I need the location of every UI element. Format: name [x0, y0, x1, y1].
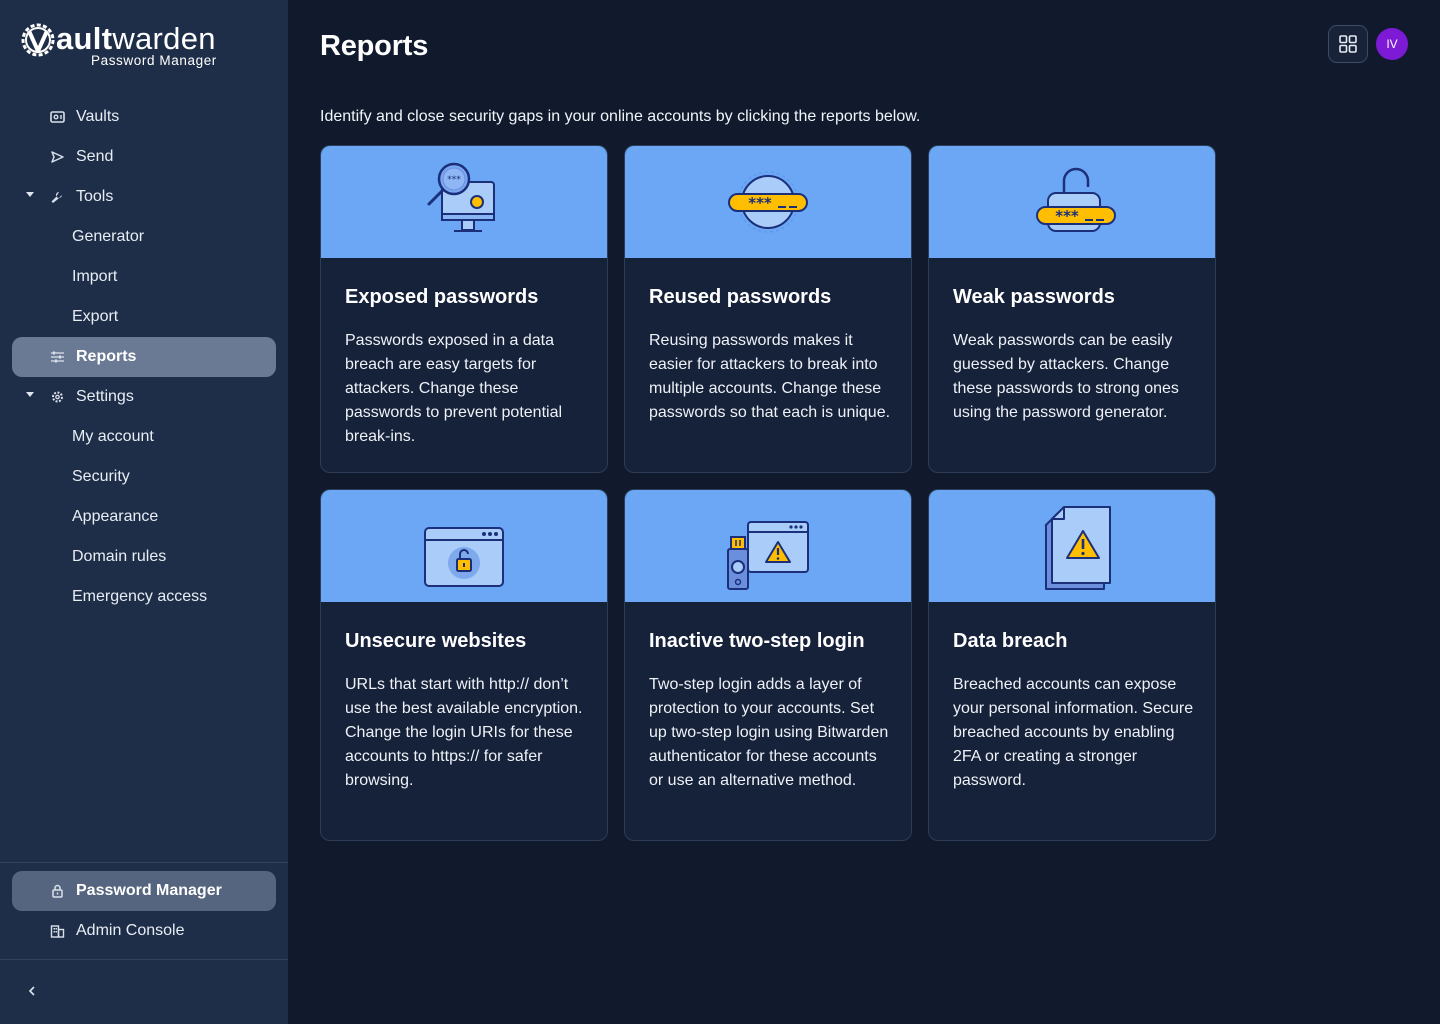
report-card-data-breach[interactable]: Data breach Breached accounts can expose…	[928, 489, 1216, 841]
sidebar-item-label: Appearance	[72, 508, 159, 525]
chevron-down-icon[interactable]	[26, 392, 34, 397]
sidebar: aultwarden Password Manager Vaults Send …	[0, 0, 288, 1024]
sidebar-item-generator[interactable]: Generator	[12, 217, 276, 257]
sidebar-item-my-account[interactable]: My account	[12, 417, 276, 457]
sidebar-divider	[0, 862, 288, 863]
open-padlock-icon: ***	[1036, 167, 1116, 232]
sidebar-item-label: Security	[72, 468, 130, 485]
sidebar-item-label: Admin Console	[76, 922, 185, 939]
product-password-manager[interactable]: Password Manager	[12, 871, 276, 911]
sidebar-item-label: Import	[72, 268, 118, 285]
card-banner	[625, 490, 911, 602]
report-card-weak-passwords[interactable]: *** Weak passwords Weak passwords can be…	[928, 145, 1216, 473]
send-icon	[51, 151, 64, 163]
card-title: Weak passwords	[953, 286, 1115, 308]
card-description: Reusing passwords makes it easier for at…	[649, 332, 891, 421]
browser-unlocked-icon	[424, 527, 504, 587]
sidebar-item-emergency-access[interactable]: Emergency access	[12, 577, 276, 617]
svg-text:***: ***	[447, 175, 461, 185]
sliders-icon	[51, 351, 64, 363]
sidebar-item-label: Vaults	[76, 108, 120, 125]
logo-subtitle: Password Manager	[91, 53, 217, 68]
sidebar-item-import[interactable]: Import	[12, 257, 276, 297]
card-title: Data breach	[953, 630, 1068, 652]
sidebar-divider	[0, 959, 288, 960]
report-card-inactive-two-step-login[interactable]: Inactive two-step login Two-step login a…	[624, 489, 912, 841]
sidebar-item-reports[interactable]: Reports	[12, 337, 276, 377]
sidebar-item-label: Password Manager	[76, 882, 222, 899]
sidebar-item-label: Emergency access	[72, 588, 208, 605]
sidebar-item-label: Reports	[76, 348, 137, 365]
report-card-reused-passwords[interactable]: *** Reused passwords Reusing passwords m…	[624, 145, 912, 473]
password-field-icon: ***	[728, 171, 808, 233]
card-title: Unsecure websites	[345, 630, 527, 652]
sidebar-item-settings[interactable]: Settings	[12, 377, 276, 417]
sidebar-item-label: Send	[76, 148, 114, 165]
sidebar-item-label: Domain rules	[72, 548, 167, 565]
building-icon	[50, 925, 65, 938]
chevron-left-icon	[28, 986, 35, 996]
vaultwarden-gear-icon	[21, 23, 55, 57]
document-warning-icon	[1044, 506, 1111, 590]
app-grid-icon	[1339, 35, 1357, 53]
sidebar-item-vaults[interactable]: Vaults	[12, 97, 276, 137]
gear-icon	[52, 391, 63, 403]
card-banner: ***	[929, 146, 1215, 258]
logo-wordmark: aultwarden	[56, 21, 216, 56]
wrench-icon	[51, 192, 62, 203]
avatar[interactable]: IV	[1376, 28, 1408, 60]
report-card-exposed-passwords[interactable]: *** Exposed passwords Passwords exposed …	[320, 145, 608, 473]
reports-intro-text: Identify and close security gaps in your…	[320, 108, 921, 125]
sidebar-item-export[interactable]: Export	[12, 297, 276, 337]
sidebar-item-label: Tools	[76, 188, 114, 205]
svg-text:***: ***	[748, 194, 772, 212]
card-title: Exposed passwords	[345, 286, 539, 308]
sidebar-item-label: Export	[72, 308, 119, 325]
monitor-magnifier-icon: ***	[427, 162, 495, 232]
card-banner: ***	[321, 146, 607, 258]
product-admin-console[interactable]: Admin Console	[12, 911, 276, 951]
sidebar-item-tools[interactable]: Tools	[12, 177, 276, 217]
card-description: Breached accounts can expose your person…	[953, 676, 1194, 789]
card-description: Two-step login adds a layer of protectio…	[649, 676, 889, 789]
card-banner	[929, 490, 1215, 602]
chevron-down-icon[interactable]	[26, 192, 34, 197]
page-title: Reports	[320, 30, 429, 62]
report-card-unsecure-websites[interactable]: Unsecure websites URLs that start with h…	[320, 489, 608, 841]
svg-text:***: ***	[1055, 207, 1079, 225]
sidebar-item-label: My account	[72, 428, 154, 445]
sidebar-item-appearance[interactable]: Appearance	[12, 497, 276, 537]
card-banner	[321, 490, 607, 602]
card-description: Passwords exposed in a data breach are e…	[345, 332, 563, 445]
sidebar-item-send[interactable]: Send	[12, 137, 276, 177]
usb-key-warning-icon	[727, 521, 809, 590]
lock-icon	[52, 884, 63, 898]
card-title: Reused passwords	[649, 286, 832, 308]
card-title: Inactive two-step login	[649, 630, 865, 652]
collapse-sidebar-button[interactable]	[22, 981, 42, 1001]
product-switcher-button[interactable]	[1328, 25, 1368, 63]
card-description: Weak passwords can be easily guessed by …	[953, 332, 1179, 421]
vault-icon	[50, 111, 65, 123]
sidebar-item-security[interactable]: Security	[12, 457, 276, 497]
vaultwarden-logo[interactable]: aultwarden Password Manager	[18, 18, 228, 70]
sidebar-item-label: Generator	[72, 228, 145, 245]
card-description: URLs that start with http:// don’t use t…	[345, 676, 583, 789]
sidebar-item-label: Settings	[76, 388, 134, 405]
sidebar-item-domain-rules[interactable]: Domain rules	[12, 537, 276, 577]
card-banner: ***	[625, 146, 911, 258]
